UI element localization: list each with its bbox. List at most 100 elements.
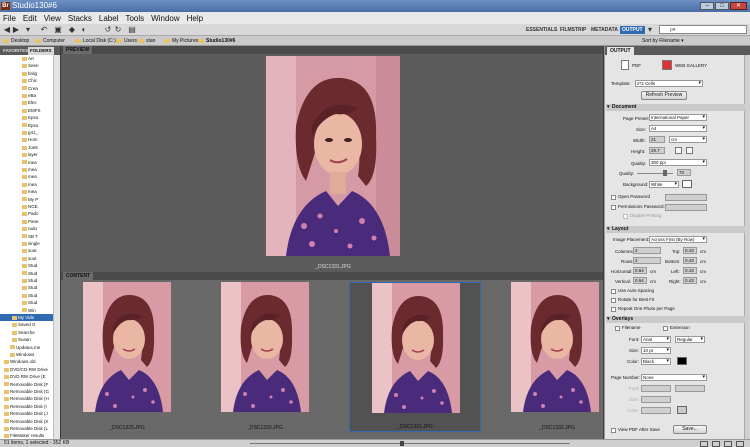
folder-tree-scrollbar[interactable] xyxy=(53,55,60,439)
folder-tree-item[interactable]: Epso xyxy=(0,114,60,121)
columns-field[interactable]: 2 xyxy=(633,247,661,254)
vertical-field[interactable]: 0.64 xyxy=(633,277,647,284)
folder-tree-item[interactable]: Susan xyxy=(0,336,60,343)
height-field[interactable]: 29.7 xyxy=(649,147,665,154)
folder-tree-item[interactable]: rudo xyxy=(0,225,60,232)
right-field[interactable]: 0.43 xyxy=(683,277,697,284)
save-button[interactable]: Save... xyxy=(673,425,707,434)
folder-tree-item[interactable]: Seen xyxy=(0,62,60,69)
quality-slider-track[interactable] xyxy=(637,173,673,174)
overlay-size-select[interactable]: 10 pt xyxy=(641,347,671,354)
breadcrumb-item[interactable]: Local Disk (C:) xyxy=(75,36,116,46)
page-number-style-select[interactable] xyxy=(675,385,705,392)
folder-tree-item[interactable]: Stud xyxy=(0,262,60,269)
page-number-select[interactable]: None xyxy=(641,374,707,381)
width-unit-select[interactable]: cm xyxy=(669,136,707,143)
folder-tree-item[interactable]: mea xyxy=(0,159,60,166)
folder-tree-item[interactable]: EMFS xyxy=(0,107,60,114)
menu-stacks[interactable]: Stacks xyxy=(68,14,92,23)
folder-tree[interactable]: Art Seen brdg Chic Crea eBa Elec EMFS Epso Epso g4… xyxy=(0,55,60,439)
folder-tree-item[interactable]: Removable Disk (G xyxy=(0,388,60,395)
size-select[interactable]: A4 xyxy=(649,125,707,132)
folder-tree-item[interactable]: Art xyxy=(0,55,60,62)
width-field[interactable]: 21 xyxy=(649,136,665,143)
close-icon[interactable]: ✕ xyxy=(730,2,747,10)
document-section-header[interactable]: Document xyxy=(606,104,745,111)
folder-tree-item[interactable]: Saved G xyxy=(0,321,60,328)
folder-tree-item[interactable]: Removable Disk (J xyxy=(0,410,60,417)
folder-tree-item[interactable]: Removable Disk (F xyxy=(0,381,60,388)
template-select[interactable]: 2*2 Cells xyxy=(635,80,703,87)
view-grid-icon[interactable] xyxy=(700,441,708,447)
recent-folder-icon[interactable]: ▾ xyxy=(24,26,32,34)
lock-thumbnail-icon[interactable] xyxy=(736,441,744,447)
folder-tree-item[interactable]: DVD/CD-RW Drive xyxy=(0,366,60,373)
folder-tree-item[interactable]: mea xyxy=(0,166,60,173)
layout-section-header[interactable]: Layout xyxy=(606,226,745,233)
breadcrumb-item[interactable]: My Pictures xyxy=(164,36,198,46)
auto-spacing-checkbox[interactable] xyxy=(611,289,616,294)
left-field[interactable]: 0.43 xyxy=(683,267,697,274)
tab-preview[interactable]: PREVIEW xyxy=(63,46,93,54)
return-icon[interactable]: ↶ xyxy=(40,26,48,34)
pdf-button[interactable]: PDF xyxy=(632,62,641,69)
tab-folders[interactable]: FOLDERS xyxy=(28,47,54,55)
sort-dropdown[interactable]: Sort by Filename ▾ xyxy=(642,36,684,46)
folder-tree-item[interactable]: My P xyxy=(0,196,60,203)
folder-tree-item[interactable]: Win xyxy=(0,307,60,314)
folder-tree-item[interactable]: Stud xyxy=(0,270,60,277)
web-gallery-button[interactable]: WEB GALLERY xyxy=(675,62,707,69)
background-select[interactable]: White xyxy=(649,181,679,188)
refresh-preview-button[interactable]: Refresh Preview xyxy=(641,91,687,100)
menu-window[interactable]: Window xyxy=(151,14,179,23)
delete-icon[interactable]: ▤ xyxy=(128,26,136,34)
search-input[interactable]: ρ▾ xyxy=(659,25,747,34)
thumbnail-item[interactable]: _DSC1330.JPG xyxy=(199,282,331,432)
rotate-right-icon[interactable]: ↻ xyxy=(114,26,122,34)
view-pdf-checkbox[interactable] xyxy=(611,428,616,433)
breadcrumb-item-current[interactable]: Studio130#6 xyxy=(198,36,235,46)
folder-tree-item[interactable]: g41_ xyxy=(0,129,60,136)
folder-tree-item[interactable]: Elec xyxy=(0,99,60,106)
folder-tree-item[interactable]: Removable Disk (I xyxy=(0,403,60,410)
folder-tree-item[interactable]: Windows.old xyxy=(0,358,60,365)
breadcrumb-item[interactable]: stan xyxy=(138,36,155,46)
menu-label[interactable]: Label xyxy=(99,14,119,23)
folder-tree-item[interactable]: eBa xyxy=(0,92,60,99)
breadcrumb-item[interactable]: Computer xyxy=(35,36,65,46)
rotate-left-icon[interactable]: ↺ xyxy=(104,26,112,34)
menu-file[interactable]: File xyxy=(3,14,16,23)
top-field[interactable]: 0.43 xyxy=(683,247,697,254)
get-photos-icon[interactable]: ▣ xyxy=(54,26,62,34)
folder-tree-item[interactable]: DVD RW Drive (E xyxy=(0,373,60,380)
thumbnail-size-slider[interactable] xyxy=(250,443,570,444)
overlay-color-select[interactable]: Black xyxy=(641,358,671,365)
permissions-password-field[interactable] xyxy=(665,204,707,211)
folder-tree-item[interactable]: Crea xyxy=(0,85,60,92)
tab-output[interactable]: OUTPUT xyxy=(607,47,634,55)
page-number-size-select[interactable] xyxy=(641,396,671,403)
extension-checkbox[interactable] xyxy=(663,326,668,331)
filename-checkbox[interactable] xyxy=(615,326,620,331)
minimize-icon[interactable]: – xyxy=(700,2,714,10)
forward-icon[interactable]: ▶ xyxy=(12,26,20,34)
open-password-checkbox[interactable] xyxy=(611,195,616,200)
folder-tree-item[interactable]: My Vide xyxy=(0,314,60,321)
back-icon[interactable]: ◀ xyxy=(3,26,11,34)
breadcrumb-item[interactable]: Desktop xyxy=(3,36,29,46)
folder-tree-item[interactable]: sout xyxy=(0,247,60,254)
folder-tree-item[interactable]: Pane xyxy=(0,218,60,225)
overlays-section-header[interactable]: Overlays xyxy=(606,316,745,323)
folder-tree-item[interactable]: mea xyxy=(0,188,60,195)
folder-tree-item[interactable]: mea xyxy=(0,173,60,180)
preview-image[interactable] xyxy=(266,56,400,256)
refine-icon[interactable]: ◆ xyxy=(68,26,76,34)
rotate-checkbox[interactable] xyxy=(611,298,616,303)
folder-tree-item[interactable]: Stud xyxy=(0,299,60,306)
permissions-password-checkbox[interactable] xyxy=(611,205,616,210)
folder-tree-item[interactable]: Pado xyxy=(0,210,60,217)
folder-tree-item[interactable]: Updatus.me xyxy=(0,344,60,351)
folder-tree-item[interactable]: FileMaker results xyxy=(0,432,60,439)
folder-tree-item[interactable]: mea xyxy=(0,181,60,188)
page-number-color-swatch[interactable] xyxy=(677,406,687,414)
